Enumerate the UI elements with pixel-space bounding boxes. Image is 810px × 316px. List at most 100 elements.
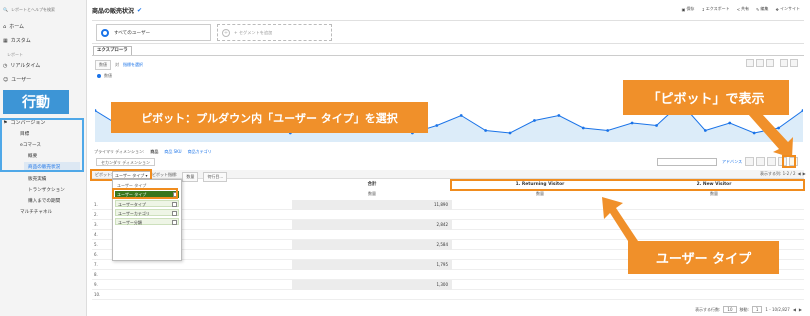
primary-dimension: プライマリ ディメンション: 商品 商品 SKU 商品カテゴリ <box>94 149 212 155</box>
vs-label: 対 <box>115 62 119 67</box>
sidebar-search[interactable]: 🔍 レポートとヘルプを検索 <box>3 5 83 14</box>
dim-sku[interactable]: 商品 SKU <box>164 149 181 155</box>
chevron-left-icon[interactable]: ◀ <box>798 171 801 177</box>
checkbox-icon <box>172 202 177 207</box>
table-row[interactable]: 3. 2,842 <box>92 220 804 230</box>
chart-type-button[interactable] <box>780 59 788 67</box>
chart-point[interactable] <box>484 129 488 132</box>
chart-point[interactable] <box>703 129 707 132</box>
chart-point[interactable] <box>606 129 610 132</box>
page-title: 商品の販売状況 ✔ <box>92 7 143 15</box>
rows-per-page-select[interactable]: 10 <box>723 306 737 313</box>
dropdown-option-highlight <box>112 188 178 199</box>
day-button[interactable] <box>746 59 754 67</box>
view-data-icon[interactable] <box>745 157 754 166</box>
export-icon: ↧ <box>701 6 705 12</box>
share-button[interactable]: < 共有 <box>737 6 749 12</box>
total-metric-label: 数量 <box>368 191 376 196</box>
segment-bar: すべてのユーザー + + セグメントを追加 <box>92 20 804 44</box>
arrow-shape <box>748 114 793 158</box>
grid-icon: ▦ <box>3 37 8 44</box>
time-granularity <box>746 59 798 67</box>
behavior-callout: 行動 <box>3 90 69 114</box>
view-percent-icon[interactable] <box>756 157 765 166</box>
table-search-input[interactable] <box>657 158 717 166</box>
chart-point[interactable] <box>459 114 463 117</box>
legend-dot <box>97 74 101 78</box>
sidebar-item-home[interactable]: ⌂ ホーム <box>3 22 24 31</box>
pivot-display-callout: 「ピボット」で表示 <box>623 80 789 115</box>
search-placeholder: レポートとヘルプを検索 <box>10 6 55 12</box>
verified-icon: ✔ <box>137 7 143 14</box>
sidebar-section-reports: レポート <box>7 52 23 57</box>
dim-category[interactable]: 商品カテゴリ <box>188 149 212 155</box>
segment-all-users[interactable]: すべてのユーザー <box>96 24 211 41</box>
advanced-link[interactable]: アドバンス <box>722 159 742 165</box>
table-row[interactable]: 2. <box>92 210 804 220</box>
conversion-highlight <box>0 118 84 172</box>
chart-point[interactable] <box>533 119 536 122</box>
chart-point[interactable] <box>630 121 634 125</box>
tab-explorer[interactable]: エクスプローラ <box>93 46 132 55</box>
total-header: 合計 <box>367 182 377 187</box>
user-icon: ☺ <box>3 76 9 83</box>
chart-point[interactable] <box>655 124 658 127</box>
pagination: 表示する行数: 10 移動: 1 1 - 10/2,827 ◀ ▶ <box>695 306 802 313</box>
chevron-right-icon[interactable]: ▶ <box>799 307 802 312</box>
week-button[interactable] <box>756 59 764 67</box>
dropdown-option[interactable]: ユーザータイプ <box>115 200 179 207</box>
chart-point[interactable] <box>728 121 732 125</box>
compare-metric-link[interactable]: 指標を選択 <box>123 62 143 68</box>
plus-icon: + <box>222 28 230 37</box>
insight-icon: ❖ <box>775 6 779 12</box>
table-row[interactable]: 10. <box>92 290 804 300</box>
chart-point[interactable] <box>508 131 512 135</box>
dropdown-option[interactable]: ユーザー分類 <box>115 218 179 225</box>
chevron-right-icon[interactable]: ▶ <box>803 171 806 177</box>
arrow-shape <box>602 197 638 241</box>
clock-icon: ◷ <box>3 62 8 69</box>
sidebar-item-transactions[interactable]: トランザクション <box>28 185 65 194</box>
dropdown-option[interactable]: ユーザーカテゴリ <box>115 209 179 216</box>
dim-product[interactable]: 商品 <box>150 149 158 155</box>
user-type-callout: ユーザー タイプ <box>628 241 779 274</box>
table-row[interactable]: 4. <box>92 230 804 240</box>
home-icon: ⌂ <box>3 23 7 30</box>
user-type-columns-highlight <box>450 179 805 191</box>
add-segment-button[interactable]: + + セグメントを追加 <box>217 24 332 41</box>
table-row[interactable]: 9. 1,300 <box>92 280 804 290</box>
chart-point[interactable] <box>557 114 561 117</box>
col2-metric-label: 数量 <box>710 191 718 196</box>
goto-input[interactable]: 1 <box>751 306 763 313</box>
save-button[interactable]: ▣ 保存 <box>682 6 695 12</box>
sidebar-item-time-to-purchase[interactable]: 購入までの期間 <box>28 196 60 205</box>
chart-options-button[interactable] <box>790 59 798 67</box>
table-row[interactable]: 1. 11,890 <box>92 200 804 210</box>
month-button[interactable] <box>766 59 774 67</box>
edit-button[interactable]: ✎ 編集 <box>756 6 768 12</box>
checkbox-icon <box>172 211 177 216</box>
pencil-icon: ✎ <box>756 6 760 12</box>
arrow-to-columns <box>602 197 638 241</box>
secondary-dimension-button[interactable]: セカンダリ ディメンション <box>96 158 155 166</box>
metric-select[interactable]: 数値 <box>95 60 111 70</box>
checkbox-icon <box>172 220 177 225</box>
header-actions: ▣ 保存 ↧ エクスポート < 共有 ✎ 編集 ❖ インサイト <box>682 6 800 12</box>
share-icon: < <box>736 6 741 12</box>
sidebar-item-realtime[interactable]: ◷ リアルタイム <box>3 61 40 70</box>
sidebar-item-custom[interactable]: ▦ カスタム <box>3 36 31 45</box>
export-button[interactable]: ↧ エクスポート <box>701 6 729 12</box>
sidebar-item-user[interactable]: ☺ ユーザー <box>3 75 31 84</box>
sidebar-item-multichannel[interactable]: マルチチャネル <box>20 207 52 216</box>
chart-point[interactable] <box>581 126 585 130</box>
pivot-row-info: 表示する列: 1-2 / 2 ◀ ▶ <box>760 171 806 177</box>
chart-legend: 数値 <box>97 73 112 79</box>
chart-point[interactable] <box>435 124 439 127</box>
segment-circle-icon <box>101 28 109 37</box>
save-icon: ▣ <box>681 6 686 12</box>
view-performance-icon[interactable] <box>767 157 776 166</box>
chart-controls: 数値 対 指標を選択 <box>95 60 143 70</box>
sidebar-item-sales-performance[interactable]: 販売実績 <box>28 174 46 183</box>
insight-button[interactable]: ❖ インサイト <box>775 6 800 12</box>
chevron-left-icon[interactable]: ◀ <box>793 307 796 312</box>
